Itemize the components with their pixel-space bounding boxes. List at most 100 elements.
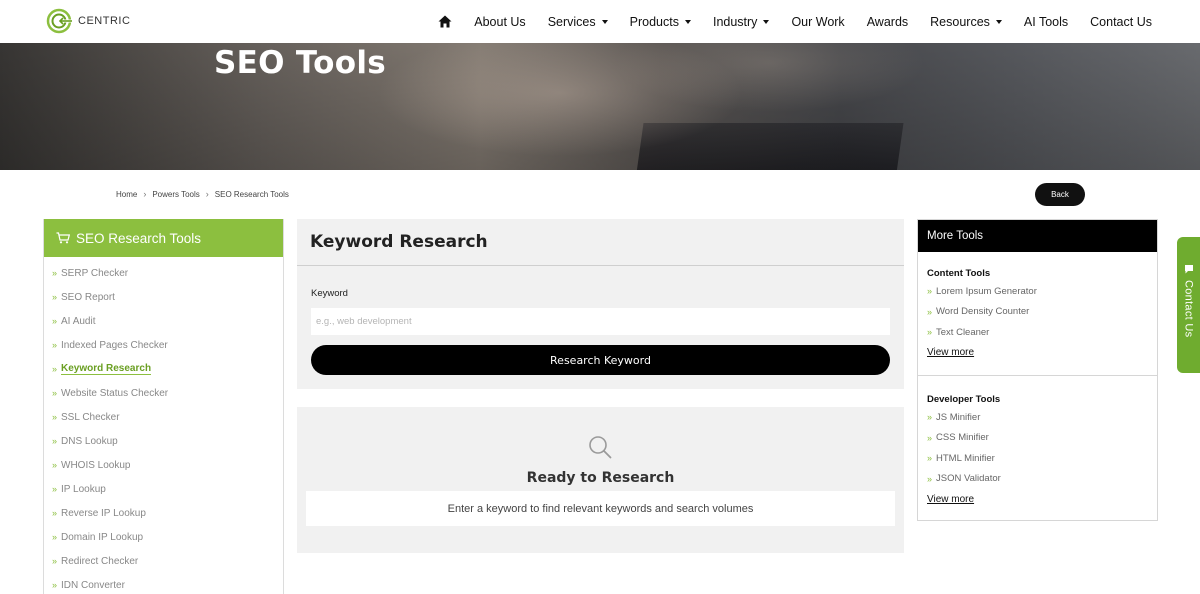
sidebar-item-label: Redirect Checker [61, 555, 139, 567]
hero-overlay [0, 43, 1200, 170]
more-tools-title: More Tools [918, 220, 1157, 252]
double-chevron-icon: » [52, 388, 58, 398]
back-button[interactable]: Back [1035, 183, 1085, 206]
logo-text: CENTRIC [78, 15, 131, 27]
tool-link[interactable]: » Word Density Counter [927, 302, 1037, 323]
sidebar-item-label: Indexed Pages Checker [61, 339, 168, 351]
double-chevron-icon: » [52, 340, 58, 350]
divider [297, 265, 904, 266]
nav-resources[interactable]: Resources [930, 15, 1002, 29]
chevron-right-icon: › [205, 189, 209, 199]
tool-link[interactable]: » Lorem Ipsum Generator [927, 281, 1037, 302]
nav-label: Services [547, 14, 596, 29]
sidebar-item[interactable]: » DNS Lookup [52, 429, 283, 453]
sidebar-item[interactable]: » AI Audit [52, 309, 283, 333]
nav-our-work[interactable]: Our Work [791, 15, 844, 29]
sidebar-item[interactable]: » Indexed Pages Checker [52, 333, 283, 357]
sidebar-tool-list: » SERP Checker» SEO Report» AI Audit» Indexe… [44, 257, 283, 594]
chat-icon [1184, 265, 1193, 274]
results-placeholder: Ready to Research Enter a keyword to fin… [297, 407, 904, 553]
breadcrumb-home[interactable]: Home [116, 190, 137, 199]
tool-link-label: JS Minifier [936, 411, 981, 423]
double-chevron-icon: » [927, 412, 933, 423]
tool-link[interactable]: » JSON Validator [927, 469, 1001, 490]
group-title: Developer Tools [927, 393, 1001, 405]
ready-message: Enter a keyword to find relevant keyword… [306, 491, 895, 526]
double-chevron-icon: » [52, 292, 58, 302]
sidebar-item-label: IDN Converter [61, 579, 125, 591]
nav-home[interactable] [438, 15, 452, 28]
breadcrumb-powers-tools[interactable]: Powers Tools [152, 190, 199, 199]
sidebar-header: SEO Research Tools [44, 219, 283, 257]
double-chevron-icon: » [927, 286, 933, 297]
cart-icon [56, 232, 70, 244]
sidebar-item[interactable]: » SSL Checker [52, 405, 283, 429]
breadcrumb: Home › Powers Tools › SEO Research Tools [116, 189, 289, 199]
nav-products[interactable]: Products [630, 15, 691, 29]
sidebar-item-label: SERP Checker [61, 267, 129, 279]
double-chevron-icon: » [52, 316, 58, 326]
more-tools-panel: More Tools Content Tools » Lorem Ipsum Ge… [917, 219, 1158, 521]
double-chevron-icon: » [52, 532, 58, 542]
double-chevron-icon: » [927, 306, 933, 317]
chevron-down-icon [601, 19, 608, 24]
double-chevron-icon: » [52, 580, 58, 590]
tool-link[interactable]: » CSS Minifier [927, 428, 1001, 449]
double-chevron-icon: » [52, 556, 58, 566]
main-menu: About Us Services Products Industry Our … [416, 0, 1152, 43]
chevron-down-icon [763, 19, 770, 24]
sidebar-item[interactable]: » IP Lookup [52, 477, 283, 501]
hero-banner: SEO Tools [0, 43, 1200, 170]
sidebar-item[interactable]: » Keyword Research [52, 357, 283, 381]
sidebar-item[interactable]: » Reverse IP Lookup [52, 501, 283, 525]
sidebar-item-label: SEO Report [61, 291, 115, 303]
chevron-down-icon [684, 19, 691, 24]
double-chevron-icon: » [927, 473, 933, 484]
chevron-down-icon [995, 19, 1002, 24]
sidebar-item-label: Keyword Research [61, 363, 152, 375]
double-chevron-icon: » [52, 460, 58, 470]
view-more-link[interactable]: View more [927, 343, 1037, 363]
nav-contact-us[interactable]: Contact Us [1090, 15, 1152, 29]
double-chevron-icon: » [927, 432, 933, 443]
sidebar: SEO Research Tools » SERP Checker» SEO Rep… [43, 219, 284, 594]
double-chevron-icon: » [927, 327, 933, 338]
nav-ai-tools[interactable]: AI Tools [1024, 15, 1068, 29]
divider [918, 375, 1157, 376]
sidebar-item[interactable]: » Website Status Checker [52, 381, 283, 405]
keyword-label: Keyword [311, 288, 348, 299]
tool-link[interactable]: » Text Cleaner [927, 322, 1037, 343]
nav-label: About Us [474, 14, 526, 29]
sidebar-item[interactable]: » SEO Report [52, 285, 283, 309]
page-title: SEO Tools [214, 45, 387, 81]
nav-label: Awards [866, 14, 909, 29]
sidebar-item[interactable]: » IDN Converter [52, 573, 283, 594]
sidebar-item-label: Reverse IP Lookup [61, 507, 146, 519]
sidebar-item[interactable]: » SERP Checker [52, 261, 283, 285]
sidebar-item-label: AI Audit [61, 315, 96, 327]
keyword-research-form: Keyword Research Keyword Research Keywor… [297, 219, 904, 389]
sidebar-item-label: Domain IP Lookup [61, 531, 144, 543]
keyword-input[interactable] [311, 308, 890, 335]
sidebar-title: SEO Research Tools [76, 230, 202, 246]
contact-us-tab[interactable]: Contact Us [1177, 237, 1200, 373]
tool-link-label: Word Density Counter [936, 306, 1030, 318]
tool-link[interactable]: » JS Minifier [927, 407, 1001, 428]
sidebar-item[interactable]: » Domain IP Lookup [52, 525, 283, 549]
double-chevron-icon: » [52, 412, 58, 422]
tool-link[interactable]: » HTML Minifier [927, 448, 1001, 469]
sidebar-item[interactable]: » WHOIS Lookup [52, 453, 283, 477]
sidebar-item-label: Website Status Checker [61, 387, 169, 399]
tool-link-label: Lorem Ipsum Generator [936, 285, 1037, 297]
nav-industry[interactable]: Industry [713, 15, 770, 29]
contact-tab-label: Contact Us [1182, 280, 1195, 338]
nav-services[interactable]: Services [548, 15, 608, 29]
nav-awards[interactable]: Awards [867, 15, 908, 29]
view-more-link[interactable]: View more [927, 489, 1001, 509]
tool-link-label: HTML Minifier [936, 452, 995, 464]
logo[interactable]: CENTRIC [46, 8, 130, 34]
sidebar-item[interactable]: » Redirect Checker [52, 549, 283, 573]
nav-about-us[interactable]: About Us [474, 15, 525, 29]
research-keyword-button[interactable]: Research Keyword [311, 345, 890, 375]
top-navigation: CENTRIC About Us Services Products Indus… [0, 0, 1200, 43]
